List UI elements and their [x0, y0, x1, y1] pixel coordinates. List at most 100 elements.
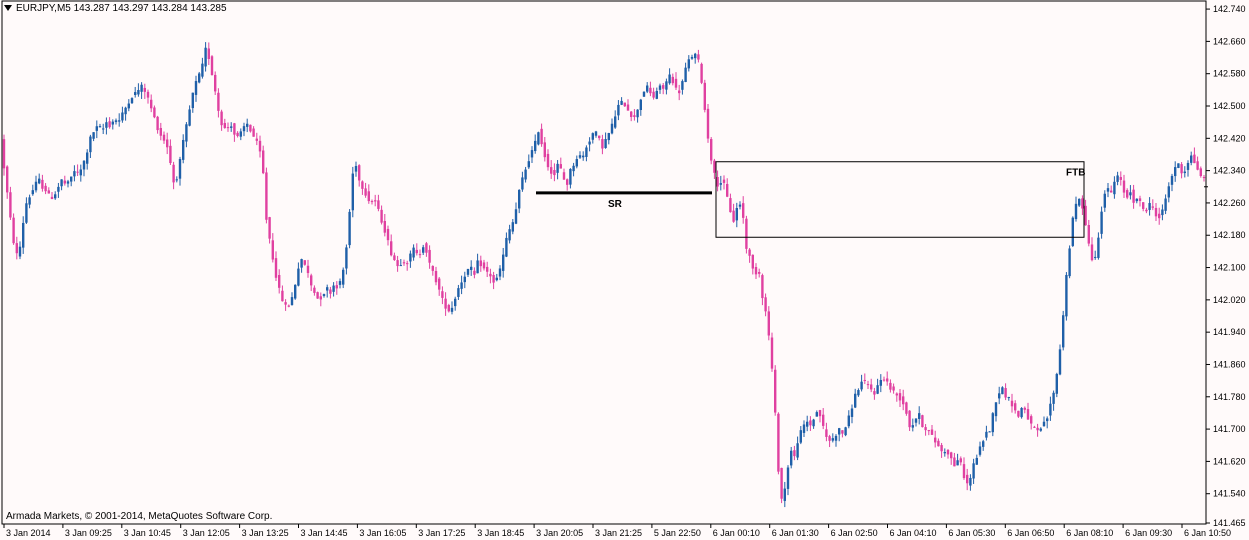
candle-bull	[239, 131, 242, 137]
candle-bull	[230, 126, 233, 128]
candle-bear	[1138, 198, 1142, 202]
candle-bear	[937, 440, 940, 447]
candle-bear	[966, 474, 969, 484]
x-tick-label: 3 Jan 21:25	[595, 528, 642, 538]
candle-bull	[1135, 198, 1138, 202]
candle-bull	[534, 140, 537, 152]
candle-bull	[1078, 198, 1081, 206]
chart-window[interactable]: EURJPY,M5 143.287 143.297 143.284 143.28…	[0, 0, 1249, 540]
x-tick-label: 6 Jan 06:50	[1007, 528, 1054, 538]
candle-bull	[556, 163, 559, 173]
candle-bull	[802, 424, 806, 433]
candle-bull	[1055, 373, 1058, 394]
candle-bull	[498, 268, 502, 277]
candle-bull	[322, 294, 326, 296]
x-tick-label: 3 Jan 10:45	[124, 528, 171, 538]
candle-bear	[1202, 177, 1206, 179]
candle-bull	[201, 63, 204, 77]
candle-bear	[1154, 207, 1158, 217]
candle-bull	[876, 385, 879, 394]
candle-bear	[380, 209, 383, 223]
candle-bear	[902, 396, 905, 405]
candle-bull	[300, 259, 303, 268]
candle-bull	[988, 431, 991, 433]
candle-bull	[854, 393, 857, 408]
candle-bull	[1046, 418, 1049, 422]
x-tick-label: 6 Jan 00:10	[713, 528, 760, 538]
candle-bull	[665, 81, 668, 90]
candle-bear	[271, 240, 274, 260]
candle-bear	[927, 430, 930, 432]
candle-bull	[914, 418, 918, 423]
y-tick-label: 142.020	[1213, 295, 1246, 305]
candle-bear	[284, 302, 287, 305]
candle-bear	[156, 116, 159, 131]
candle-bull	[681, 81, 684, 90]
candle-bear	[393, 255, 396, 261]
candle-bull	[1049, 403, 1052, 416]
candle-bear	[671, 76, 674, 84]
candle-bear	[649, 87, 652, 94]
candle-bull	[514, 209, 518, 224]
candle-bull	[505, 237, 508, 257]
candle-bull	[850, 408, 854, 417]
candle-bull	[1129, 192, 1132, 196]
x-tick-label: 6 Jan 09:30	[1125, 528, 1172, 538]
candle-bull	[127, 103, 130, 109]
candle-bear	[758, 271, 761, 274]
candle-bear	[1010, 400, 1014, 407]
candle-bear	[6, 166, 9, 193]
candle-bull	[28, 197, 31, 205]
candle-bull	[610, 123, 614, 134]
candle-bull	[79, 169, 82, 176]
candle-bull	[799, 430, 802, 443]
candle-bull	[198, 73, 201, 83]
candle-bear	[329, 289, 332, 294]
candle-bull	[82, 160, 86, 170]
candle-bull	[994, 402, 998, 417]
candle-bull	[194, 81, 198, 95]
y-tick-label: 141.465	[1213, 518, 1246, 528]
candle-bull	[831, 438, 834, 441]
candle-bear	[364, 188, 367, 196]
candle-bear	[626, 104, 630, 111]
candle-bull	[1116, 175, 1119, 182]
x-tick-label: 3 Jan 20:05	[536, 528, 583, 538]
x-tick-label: 3 Jan 13:25	[242, 528, 289, 538]
candle-bear	[63, 180, 66, 184]
candle-bear	[898, 393, 902, 401]
candle-bull	[102, 128, 105, 130]
candle-bull	[658, 85, 662, 90]
candle-bear	[1199, 168, 1202, 177]
candle-bull	[943, 452, 946, 454]
candle-bear	[1151, 206, 1154, 208]
candle-bull	[1164, 198, 1167, 211]
candle-bull	[297, 268, 300, 286]
candle-bull	[495, 277, 498, 281]
candle-bear	[892, 386, 895, 391]
candle-bull	[847, 415, 850, 427]
candle-bull	[796, 443, 799, 458]
candle-bear	[678, 90, 681, 94]
candle-bear	[930, 429, 934, 435]
candle-bear	[431, 266, 434, 271]
candle-bear	[415, 249, 418, 254]
candle-bear	[1026, 409, 1030, 420]
candle-bull	[18, 246, 22, 257]
candle-bull	[524, 169, 527, 180]
candle-bear	[706, 108, 710, 139]
y-tick-label: 141.620	[1213, 456, 1246, 466]
price-chart[interactable]: 142.740 142.660 142.580 142.500 142.420 142.3…	[0, 0, 1249, 540]
candle-bull	[470, 266, 473, 270]
candle-bull	[98, 126, 102, 128]
candle-bear	[169, 145, 172, 164]
x-tick-label: 6 Jan 01:30	[772, 528, 819, 538]
candle-bear	[1081, 198, 1084, 209]
y-tick-label: 142.180	[1213, 230, 1246, 240]
candle-bear	[255, 138, 258, 141]
candle-bull	[985, 431, 988, 438]
candle-bull	[655, 90, 658, 99]
candle-bear	[905, 402, 908, 414]
candle-bull	[694, 53, 697, 59]
y-tick-label: 141.780	[1213, 392, 1246, 402]
